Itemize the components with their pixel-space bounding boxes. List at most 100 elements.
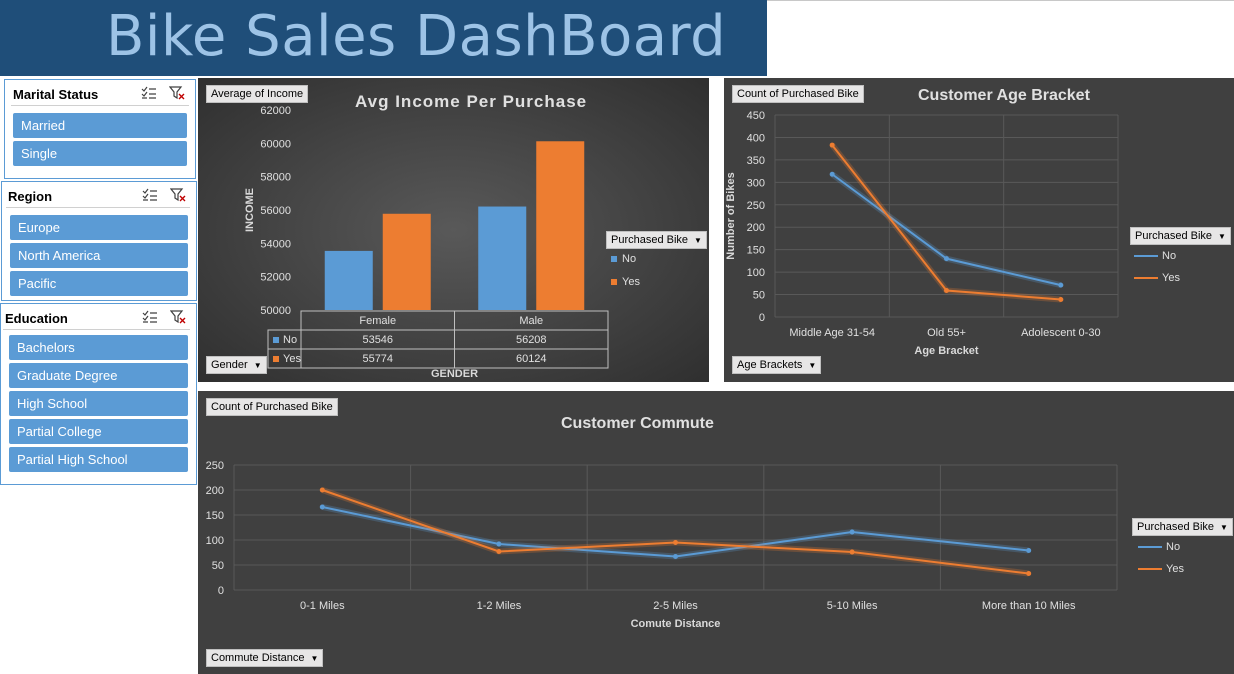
clear-filter-icon[interactable] [169, 86, 185, 100]
legend-swatch [1134, 277, 1158, 280]
series-glow-no [321, 504, 1030, 560]
legend-field-button[interactable]: Purchased Bike ▼ [1132, 518, 1233, 536]
legend-label: Yes [1166, 563, 1184, 575]
bar-yes [536, 141, 585, 310]
y-tick-label: 62000 [260, 105, 291, 117]
dashboard-title: Bike Sales DashBoard [106, 4, 727, 69]
data-point-yes [673, 540, 678, 545]
y-tick-label: 150 [747, 245, 765, 257]
slicer-item-graduate-degree[interactable]: Graduate Degree [9, 363, 188, 388]
y-axis-label: INCOME [244, 188, 256, 232]
data-table-swatch [273, 337, 279, 343]
x-tick-label: Male [519, 315, 543, 327]
legend-field-button[interactable]: Purchased Bike ▼ [606, 231, 707, 249]
y-tick-label: 300 [747, 177, 765, 189]
slicer-item-north-america[interactable]: North America [10, 243, 188, 268]
legend-field-button[interactable]: Purchased Bike ▼ [1130, 227, 1231, 245]
data-point-no [673, 554, 678, 559]
y-tick-label: 150 [206, 510, 224, 522]
slicer-item-partial-high-school[interactable]: Partial High School [9, 447, 188, 472]
dropdown-arrow-icon: ▼ [253, 361, 262, 370]
y-tick-label: 200 [206, 485, 224, 497]
data-table-series-label: Yes [283, 353, 301, 365]
legend-field-label: Purchased Bike [1135, 230, 1213, 242]
y-tick-label: 54000 [260, 238, 291, 250]
slicer-title: Marital Status [13, 87, 99, 102]
marital-status-slicer: Marital Status Married Single [4, 79, 196, 179]
clear-filter-icon[interactable] [170, 188, 186, 202]
data-point-no [849, 529, 855, 535]
legend-field-label: Purchased Bike [1137, 521, 1215, 533]
data-point-yes [849, 549, 855, 555]
multi-select-icon[interactable] [142, 310, 158, 324]
slicer-item-high-school[interactable]: High School [9, 391, 188, 416]
legend-label: Yes [1162, 272, 1180, 284]
slicer-item-pacific[interactable]: Pacific [10, 271, 188, 296]
legend-swatch [1134, 255, 1158, 258]
x-tick-label: Female [359, 315, 396, 327]
data-point-yes [496, 549, 502, 554]
dropdown-arrow-icon: ▼ [808, 361, 817, 370]
legend-item-yes: Yes [1138, 563, 1184, 575]
y-tick-label: 52000 [260, 272, 291, 284]
x-tick-label: More than 10 Miles [982, 600, 1076, 612]
legend-swatch [611, 279, 617, 285]
x-axis-label: GENDER [431, 368, 478, 380]
data-point-yes [319, 487, 325, 493]
data-point-yes [829, 142, 835, 148]
slicer-item-bachelors[interactable]: Bachelors [9, 335, 188, 360]
dropdown-arrow-icon: ▼ [1218, 232, 1226, 241]
axis-field-label: Gender [211, 359, 248, 371]
axis-field-label: Age Brackets [737, 359, 803, 371]
y-axis-label: Number of Bikes [725, 172, 737, 259]
y-tick-label: 56000 [260, 205, 291, 217]
legend-label: No [622, 253, 637, 265]
bar-yes [382, 213, 431, 310]
slicer-item-single[interactable]: Single [13, 141, 187, 166]
slicer-item-europe[interactable]: Europe [10, 215, 188, 240]
x-tick-label: Old 55+ [927, 327, 966, 339]
x-tick-label: 1-2 Miles [477, 600, 522, 612]
y-tick-label: 400 [747, 132, 765, 144]
slicer-header: Marital Status [11, 82, 189, 106]
x-tick-label: Adolescent 0-30 [1021, 327, 1101, 339]
x-tick-label: 0-1 Miles [300, 600, 345, 612]
data-label: 55774 [362, 353, 393, 365]
slicer-title: Education [5, 311, 68, 326]
dropdown-arrow-icon: ▼ [1220, 523, 1228, 532]
legend-item-no: No [1138, 541, 1180, 553]
data-point-no [829, 171, 835, 177]
data-point-no [319, 504, 325, 510]
legend-swatch [1138, 546, 1162, 549]
y-tick-label: 350 [747, 155, 765, 167]
multi-select-icon[interactable] [141, 86, 157, 100]
clear-filter-icon[interactable] [170, 310, 186, 324]
data-label: 60124 [516, 353, 547, 365]
legend-label: No [1166, 541, 1181, 553]
dropdown-arrow-icon: ▼ [310, 654, 319, 663]
data-label: 56208 [516, 334, 547, 346]
commute-chart-panel: Count of Purchased Bike Customer Commute… [198, 391, 1234, 674]
region-slicer: Region Europe North America Pacific [1, 181, 197, 301]
multi-select-icon[interactable] [142, 188, 158, 202]
legend-field-label: Purchased Bike [611, 234, 689, 246]
data-point-no [1058, 282, 1064, 288]
y-tick-label: 50000 [260, 305, 291, 317]
axis-field-button[interactable]: Commute Distance ▼ [206, 649, 324, 667]
legend-item-no: No [611, 253, 636, 265]
x-tick-label: Middle Age 31-54 [789, 327, 875, 339]
legend-swatch [1138, 568, 1162, 571]
age-chart-panel: Count of Purchased Bike Customer Age Bra… [724, 78, 1234, 382]
axis-field-button[interactable]: Gender ▼ [206, 356, 267, 374]
top-divider [767, 0, 1234, 1]
bar-no [324, 250, 373, 310]
slicer-item-partial-college[interactable]: Partial College [9, 419, 188, 444]
income-chart-panel: Average of Income Avg Income Per Purchas… [198, 78, 709, 382]
data-point-no [1026, 548, 1032, 553]
slicer-item-married[interactable]: Married [13, 113, 187, 138]
x-tick-label: 5-10 Miles [827, 600, 878, 612]
y-tick-label: 100 [206, 535, 224, 547]
axis-field-button[interactable]: Age Brackets ▼ [732, 356, 822, 374]
commute-line-chart: 0 50 100 150 200 250 0-1 Miles 1-2 Miles 2-5 Mil… [206, 460, 1118, 630]
legend-item-no: No [1134, 250, 1176, 262]
